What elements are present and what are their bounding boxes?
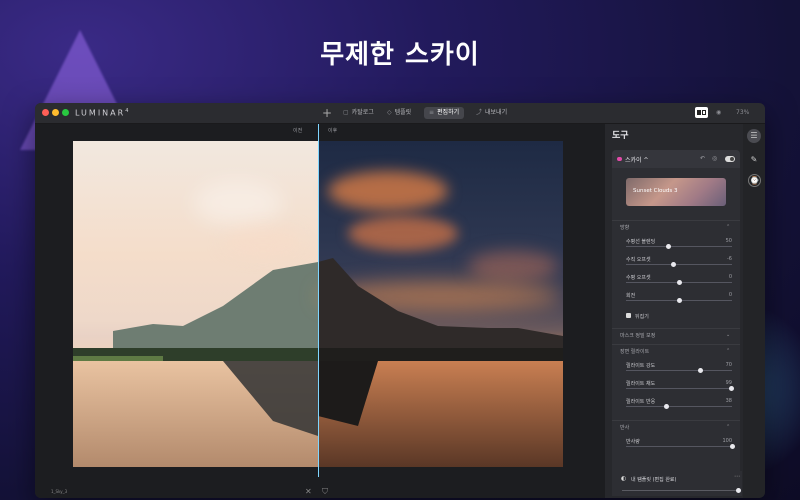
- close-icon[interactable]: ✕: [305, 487, 312, 496]
- folder-icon: ▢: [343, 109, 349, 116]
- after-label: 이후: [328, 128, 338, 134]
- flip-checkbox[interactable]: [626, 313, 631, 318]
- zoom-dot[interactable]: [62, 109, 69, 116]
- template-strength-slider[interactable]: [622, 488, 741, 493]
- section-reflection[interactable]: 반사: [620, 424, 629, 431]
- chevron-up-icon[interactable]: ⌃: [726, 348, 730, 354]
- export-icon: ⤴: [476, 109, 483, 116]
- chevron-down-icon[interactable]: ⌄: [726, 332, 730, 338]
- tools-panel: 도구 스카이 ^ ↶ ◎ Sunset Clouds 3 방향 ⌃ 수평선 블렌…: [605, 124, 743, 498]
- slider-value: 100: [722, 438, 732, 444]
- side-rail: ☰ ✎ ⌚: [743, 124, 765, 498]
- slider-relight-strength[interactable]: [626, 368, 732, 373]
- slider-horizontal-offset[interactable]: [626, 280, 732, 285]
- history-icon[interactable]: ⌚: [748, 174, 761, 187]
- section-orientation[interactable]: 방향: [620, 224, 629, 231]
- slider-horizon-blending[interactable]: [626, 244, 732, 249]
- info-icon[interactable]: ◎: [712, 155, 717, 162]
- add-icon[interactable]: +: [322, 106, 332, 120]
- compare-divider[interactable]: [318, 124, 319, 477]
- slider-value: 38: [725, 398, 732, 404]
- compare-button[interactable]: [695, 107, 708, 118]
- more-icon[interactable]: ⋯: [734, 473, 740, 480]
- filename-label: 1_Sky_3: [51, 489, 68, 494]
- chevron-up-icon[interactable]: ⌃: [726, 424, 730, 430]
- shield-icon[interactable]: ⛉: [322, 487, 328, 497]
- slider-label: 릴라이트 채도: [626, 381, 656, 387]
- tab-edit[interactable]: ≡ 편집하기: [424, 107, 465, 119]
- template-bar[interactable]: ◐ 내 템플릿 (편집 완료) ⋯: [612, 471, 742, 496]
- slider-vertical-offset[interactable]: [626, 262, 732, 267]
- slider-label: 수직 오프셋: [626, 257, 651, 263]
- flip-label: 뒤집기: [635, 314, 649, 320]
- tab-templates[interactable]: ◇ 템플릿: [382, 107, 416, 119]
- slider-relight-response[interactable]: [626, 404, 732, 409]
- slider-label: 회전: [626, 293, 636, 299]
- tab-export[interactable]: ⤴ 내보내기: [471, 107, 512, 119]
- slider-value: -6: [727, 256, 732, 262]
- slider-label: 수평선 블렌딩: [626, 239, 656, 245]
- close-dot[interactable]: [42, 109, 49, 116]
- zoom-level[interactable]: 73%: [736, 107, 749, 119]
- sky-tool-card: 스카이 ^ ↶ ◎ Sunset Clouds 3 방향 ⌃ 수평선 블렌딩 5…: [612, 150, 740, 490]
- titlebar: LUMINAR4 + ▢ 카탈로그 ◇ 템플릿 ≡ 편집하기 ⤴ 내보내기 ◉ 73%: [35, 103, 765, 124]
- undo-icon[interactable]: ↶: [700, 155, 705, 162]
- before-label: 이전: [293, 128, 303, 134]
- sky-tool-header[interactable]: 스카이 ^ ↶ ◎: [612, 150, 740, 168]
- slider-label: 릴라이트 강도: [626, 363, 656, 369]
- eye-icon[interactable]: ◉: [716, 107, 721, 119]
- slider-reflection-amount[interactable]: [626, 444, 735, 449]
- before-image: [73, 141, 318, 467]
- slider-label: 반사량: [626, 439, 640, 445]
- tool-toggle[interactable]: [725, 156, 735, 162]
- sky-tool-title: 스카이 ^: [625, 157, 649, 164]
- slider-relight-saturation[interactable]: [626, 386, 734, 391]
- panel-title: 도구: [612, 131, 629, 141]
- template-label: 내 템플릿 (편집 완료): [631, 477, 677, 483]
- slider-value: 0: [728, 274, 732, 280]
- slider-value: 70: [725, 362, 732, 368]
- slider-rotation[interactable]: [626, 298, 732, 303]
- chevron-up-icon[interactable]: ⌃: [726, 224, 730, 230]
- sky-preset-label: Sunset Clouds 3: [633, 188, 678, 194]
- template-icon: ◇: [387, 109, 392, 116]
- brush-icon[interactable]: ✎: [747, 153, 761, 167]
- after-image: [318, 141, 563, 467]
- image-canvas: 이전 이후 1_Sky_3 ✕ ⛉: [35, 124, 605, 498]
- sky-preset-thumbnail[interactable]: Sunset Clouds 3: [626, 178, 726, 206]
- section-scene-relight[interactable]: 장면 릴라이트: [620, 348, 649, 355]
- section-mask-refinement[interactable]: 마스크 정밀 보정: [620, 332, 655, 339]
- app-logo: LUMINAR4: [75, 108, 129, 118]
- slider-value: 50: [725, 238, 732, 244]
- slider-label: 수평 오프셋: [626, 275, 651, 281]
- tools-icon[interactable]: ☰: [747, 129, 761, 143]
- sliders-icon: ≡: [429, 109, 435, 116]
- slider-label: 릴라이트 반응: [626, 399, 656, 405]
- luminar-window: LUMINAR4 + ▢ 카탈로그 ◇ 템플릿 ≡ 편집하기 ⤴ 내보내기 ◉ 73% …: [35, 103, 765, 498]
- tab-catalog[interactable]: ▢ 카탈로그: [338, 107, 379, 119]
- minimize-dot[interactable]: [52, 109, 59, 116]
- slider-value: 0: [728, 292, 732, 298]
- template-icon: ◐: [621, 475, 627, 482]
- headline: 무제한 스카이: [320, 40, 480, 70]
- cloud-icon: [617, 157, 622, 161]
